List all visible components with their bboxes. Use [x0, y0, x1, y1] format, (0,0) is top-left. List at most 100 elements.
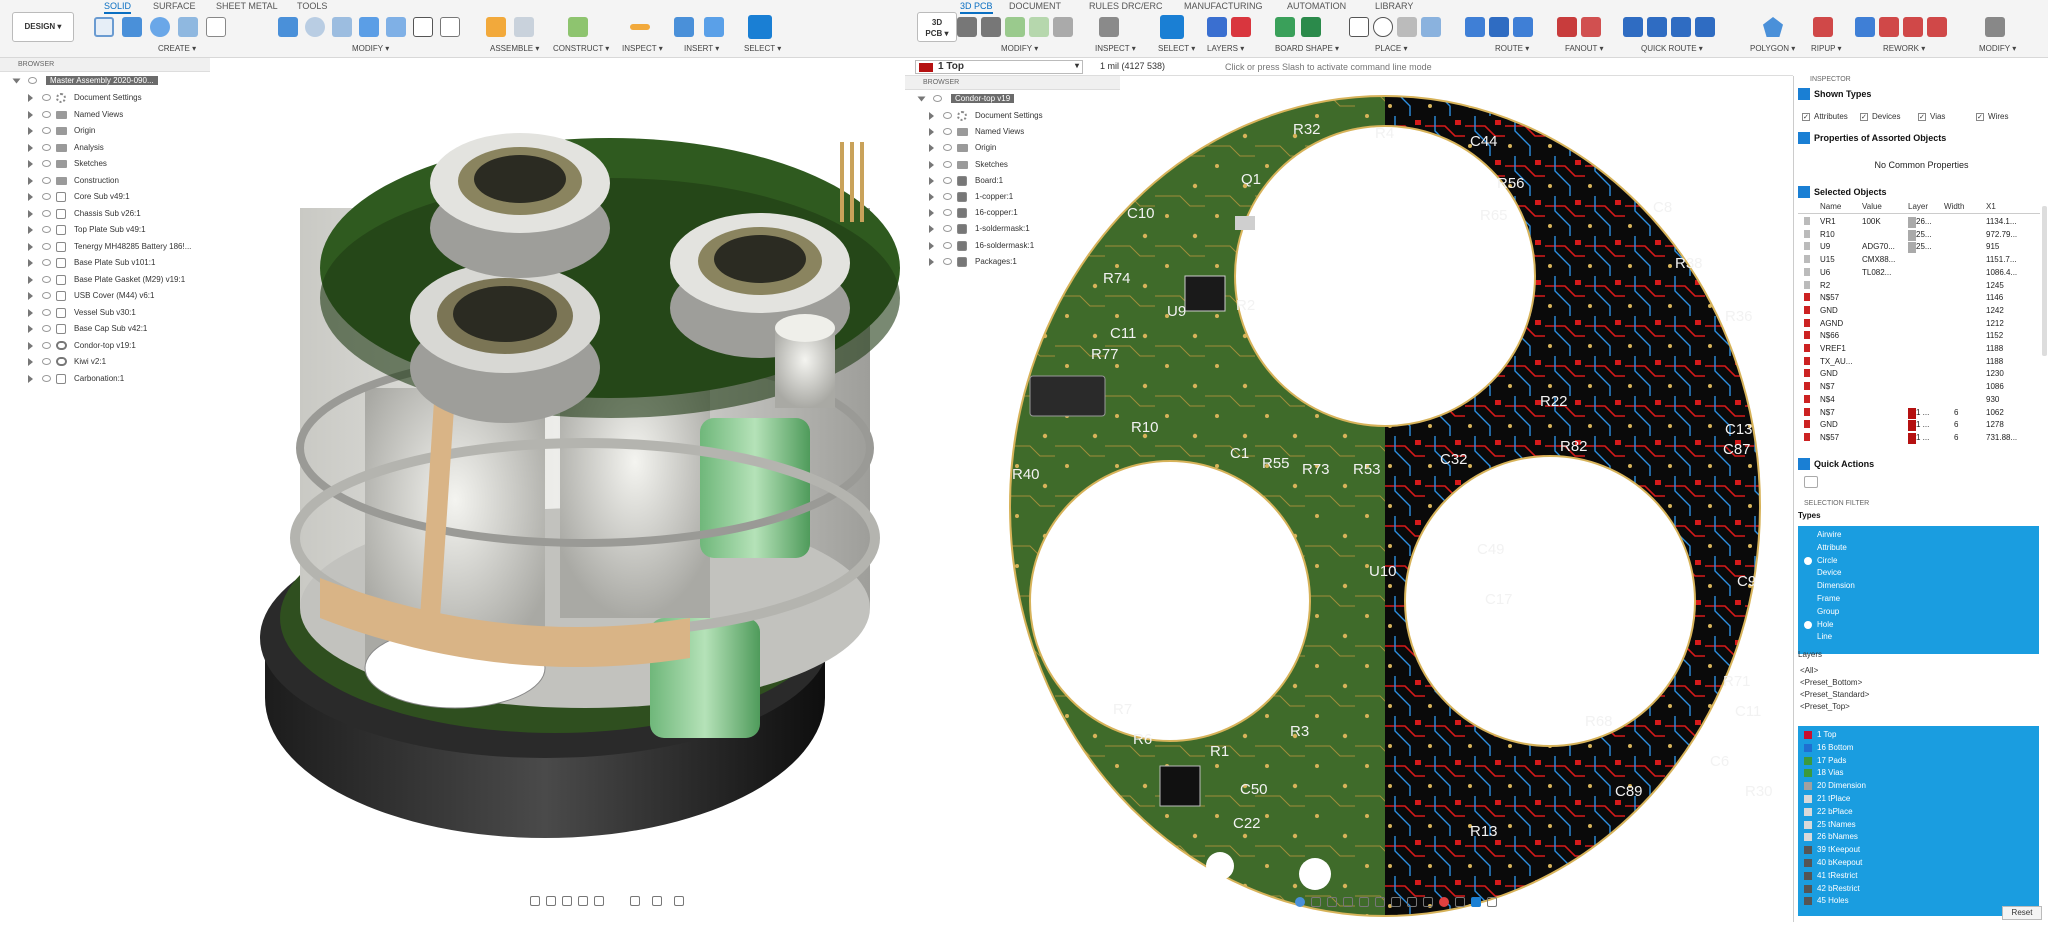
expand-arrow-icon[interactable] [28, 292, 33, 300]
tab-tools[interactable]: TOOLS [297, 1, 327, 11]
silkscreen-label[interactable]: R4 [1375, 125, 1394, 142]
extrude-icon[interactable] [122, 17, 142, 37]
zoom-out-icon[interactable] [1375, 897, 1385, 907]
silkscreen-label[interactable]: R40 [1012, 466, 1040, 483]
modify-group-label[interactable]: MODIFY ▾ [352, 44, 389, 53]
expand-arrow-icon[interactable] [28, 341, 33, 350]
table-row[interactable]: R10 25... 972.79... [1798, 229, 2043, 242]
expand-arrow-icon[interactable] [929, 209, 934, 218]
layer-preset-item[interactable]: <Preset_Top> [1800, 702, 1850, 711]
silkscreen-label[interactable]: C50 [1240, 781, 1268, 798]
connector[interactable] [1029, 375, 1106, 417]
expand-arrow-icon[interactable] [28, 176, 33, 185]
table-row[interactable]: TX_AU... 1188 [1798, 356, 2043, 369]
layer-preset-item[interactable]: <Preset_Standard> [1800, 690, 1869, 699]
eye-icon[interactable] [943, 209, 952, 217]
silkscreen-label[interactable]: R73 [1302, 461, 1330, 478]
eye-icon[interactable] [42, 226, 51, 233]
route-group-label[interactable]: ROUTE ▾ [1495, 44, 1529, 53]
pcb-inspect-group-label[interactable]: INSPECT ▾ [1095, 44, 1136, 53]
move-icon[interactable] [413, 17, 433, 37]
fanout-device-icon[interactable] [1581, 17, 1601, 37]
chamfer-icon[interactable] [332, 17, 352, 37]
col-width[interactable]: Width [1944, 202, 1964, 211]
layer-settings-icon[interactable] [1231, 17, 1251, 37]
reset-button[interactable]: Reset [2002, 906, 2042, 920]
silkscreen-label[interactable]: C1 [1230, 445, 1249, 462]
silkscreen-label[interactable]: R3 [1290, 723, 1309, 740]
eye-icon[interactable] [42, 275, 51, 283]
quick-route-signal-icon[interactable] [1647, 17, 1667, 37]
checkbox-icon[interactable]: ✓ [1918, 113, 1926, 121]
table-row[interactable]: N$4 930 [1798, 394, 2043, 407]
table-row[interactable]: N$7 1 ... 6 1062 [1798, 407, 2043, 420]
eye-icon[interactable] [42, 127, 51, 134]
silkscreen-label[interactable]: R53 [1353, 461, 1381, 478]
fanout-icon[interactable] [1557, 17, 1577, 37]
grid-icon[interactable] [1407, 897, 1417, 907]
look-at-icon[interactable] [546, 896, 556, 906]
polygon-icon[interactable] [1763, 17, 1783, 37]
expand-arrow-icon[interactable] [28, 374, 33, 383]
wrench-icon[interactable] [1985, 17, 2005, 37]
quick-route-airwire-icon[interactable] [1671, 17, 1691, 37]
table-row[interactable]: N$57 1 ... 6 731.88... [1798, 432, 2043, 445]
table-row[interactable]: GND 1 ... 6 1278 [1798, 419, 2043, 432]
inspect-group-label[interactable]: INSPECT ▾ [622, 44, 663, 53]
offset-plane-icon[interactable] [568, 17, 588, 37]
board-outline-icon[interactable] [1275, 17, 1295, 37]
eye-icon[interactable] [42, 193, 51, 200]
col-value[interactable]: Value [1862, 202, 1882, 211]
silkscreen-label[interactable]: R71 [1723, 673, 1751, 690]
eye-icon[interactable] [943, 176, 952, 184]
table-row[interactable]: N$57 1146 [1798, 292, 2043, 305]
expand-arrow-icon[interactable] [28, 325, 33, 333]
pcb-workspace-button[interactable]: 3D PCB ▾ [917, 12, 957, 42]
table-row[interactable]: N$7 1086 [1798, 381, 2043, 394]
pan-icon[interactable] [562, 896, 572, 906]
undo-icon[interactable] [1327, 897, 1337, 907]
silkscreen-label[interactable]: C32 [1440, 451, 1468, 468]
board-shape-icon[interactable] [1301, 17, 1321, 37]
tab-3d-pcb[interactable]: 3D PCB [960, 1, 993, 14]
table-row[interactable]: GND 1242 [1798, 305, 2043, 318]
fanout-group-label[interactable]: FANOUT ▾ [1565, 44, 1604, 53]
layers-group-label[interactable]: LAYERS ▾ [1207, 44, 1244, 53]
col-x1[interactable]: X1 [1986, 202, 1996, 211]
insert-group-label[interactable]: INSERT ▾ [684, 44, 719, 53]
insert-derive-icon[interactable] [674, 17, 694, 37]
eye-icon[interactable] [943, 257, 952, 265]
expand-arrow-icon[interactable] [28, 209, 33, 218]
miter-icon[interactable] [1927, 17, 1947, 37]
split-line-icon[interactable] [1879, 17, 1899, 37]
table-row[interactable]: AGND 1212 [1798, 318, 2043, 331]
table-row[interactable]: U6 TL082... 1086.4... [1798, 267, 2043, 280]
eye-icon[interactable] [42, 209, 51, 217]
eye-icon[interactable] [943, 160, 952, 168]
table-row[interactable]: VREF1 1188 [1798, 343, 2043, 356]
shell-icon[interactable] [359, 17, 379, 37]
expand-arrow-icon[interactable] [929, 176, 934, 185]
expand-arrow-icon[interactable] [28, 160, 33, 168]
silkscreen-label[interactable]: C8 [1653, 199, 1672, 216]
crosshair-icon[interactable] [1423, 897, 1433, 907]
tab-sheet-metal[interactable]: SHEET METAL [216, 1, 278, 11]
eye-icon[interactable] [943, 144, 952, 152]
select-icon[interactable] [748, 15, 772, 39]
silkscreen-label[interactable]: R68 [1585, 713, 1613, 730]
eye-icon[interactable] [42, 242, 51, 250]
silkscreen-label[interactable]: U10 [1369, 563, 1397, 580]
silkscreen-label[interactable]: C11 [1110, 325, 1136, 342]
place-rotate-icon[interactable] [1373, 17, 1393, 37]
revolve-icon[interactable] [150, 17, 170, 37]
silkscreen-label[interactable]: C89 [1615, 783, 1643, 800]
expand-arrow-icon[interactable] [929, 193, 934, 201]
polygon-group-label[interactable]: POLYGON ▾ [1750, 44, 1795, 53]
collapse-arrow-icon[interactable] [917, 96, 926, 102]
eye-icon[interactable] [42, 358, 51, 365]
expand-arrow-icon[interactable] [929, 128, 934, 137]
route-icon[interactable] [1465, 17, 1485, 37]
construct-group-label[interactable]: CONSTRUCT ▾ [553, 44, 609, 53]
quick-route-all-icon[interactable] [1695, 17, 1715, 37]
silkscreen-label[interactable]: R32 [1293, 121, 1321, 138]
